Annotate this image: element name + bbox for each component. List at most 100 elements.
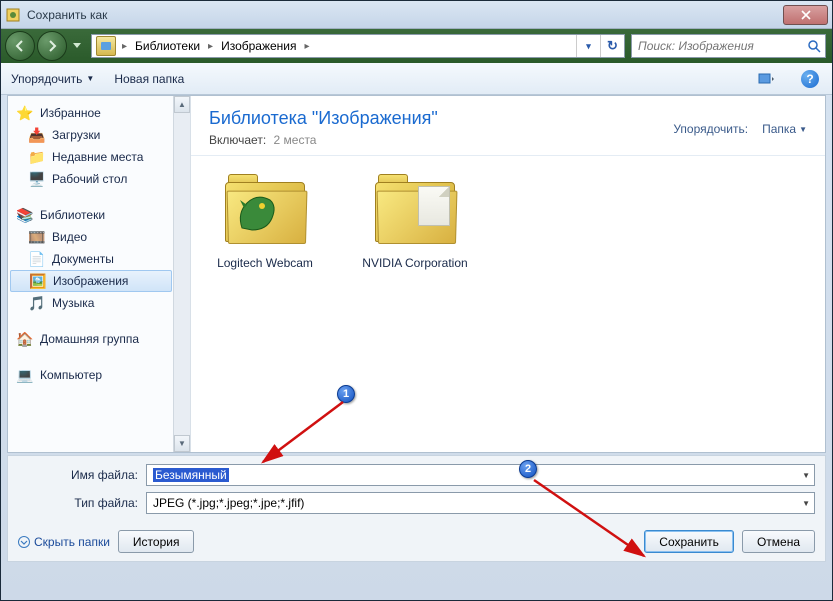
sidebar-label: Документы [52,252,114,266]
forward-button[interactable] [37,31,67,61]
arrange-value: Папка [762,122,796,136]
computer-icon: 💻 [16,366,34,384]
chevron-down-icon: ▾ [586,41,591,52]
sidebar-item-downloads[interactable]: 📥Загрузки [8,124,174,146]
history-label: История [133,535,180,549]
save-as-dialog: Сохранить как ▸ Библиотеки ▸ Изображения… [0,0,833,601]
chevron-down-icon: ▼ [86,74,94,83]
cancel-button[interactable]: Отмена [742,530,815,553]
includes-value[interactable]: 2 места [274,133,317,147]
filename-value: Безымянный [153,468,229,482]
document-thumbnail-icon [418,186,450,226]
organize-menu[interactable]: Упорядочить ▼ [11,72,94,86]
addressbar-dropdown[interactable]: ▾ [576,35,600,57]
desktop-icon: 🖥️ [28,170,46,188]
sidebar-label: Недавние места [52,150,143,164]
sidebar-label: Изображения [53,274,128,288]
titlebar: Сохранить как [1,1,832,29]
breadcrumb-images[interactable]: Изображения [215,39,302,53]
logitech-thumbnail-icon [232,188,282,238]
library-title: Библиотека "Изображения" [209,108,438,129]
sidebar-item-music[interactable]: 🎵Музыка [8,292,174,314]
folder-view[interactable]: Logitech Webcam NVIDIA Corporation [191,156,825,452]
view-icon [758,72,774,86]
images-icon: 🖼️ [29,272,47,290]
sidebar-item-video[interactable]: 🎞️Видео [8,226,174,248]
save-label: Сохранить [659,535,719,549]
breadcrumb-sep-icon: ▸ [303,41,312,52]
sidebar-label: Домашняя группа [40,332,139,346]
close-icon [801,10,811,20]
breadcrumb-sep-icon: ▸ [120,41,129,52]
folder-icon [370,170,460,250]
history-button[interactable]: История [118,530,195,553]
sidebar-item-desktop[interactable]: 🖥️Рабочий стол [8,168,174,190]
back-button[interactable] [5,31,35,61]
filetype-label: Тип файла: [18,496,146,510]
video-icon: 🎞️ [28,228,46,246]
sidebar-item-recent[interactable]: 📁 Недавние места [8,146,174,168]
recent-icon: 📁 [28,148,46,166]
folder-item[interactable]: NVIDIA Corporation [355,170,475,272]
refresh-button[interactable]: ↻ [600,35,624,57]
library-subtitle: Включает: 2 места [209,133,438,147]
sidebar-favorites-header[interactable]: ⭐Избранное [8,102,174,124]
hide-folders-label: Скрыть папки [34,535,110,549]
save-button[interactable]: Сохранить [644,530,734,553]
bottom-panel: Имя файла: Безымянный ▼ Тип файла: JPEG … [7,455,826,562]
search-box[interactable] [631,34,826,58]
sidebar: ⭐Избранное 📥Загрузки 📁 Недавние места 🖥️Р… [8,96,191,452]
scroll-down-button[interactable]: ▼ [174,435,190,452]
search-icon [807,39,821,53]
help-icon: ? [801,70,819,88]
main-header: Библиотека "Изображения" Включает: 2 мес… [191,96,825,156]
close-button[interactable] [783,5,828,25]
arrow-left-icon [13,39,27,53]
sidebar-label: Избранное [40,106,101,120]
folder-label: Logitech Webcam [205,256,325,272]
toolbar: Упорядочить ▼ Новая папка ? [1,63,832,95]
sidebar-label: Загрузки [52,128,100,142]
filetype-select[interactable]: JPEG (*.jpg;*.jpeg;*.jpe;*.jfif) ▼ [146,492,815,514]
organize-label: Упорядочить [11,72,82,86]
nav-history-dropdown[interactable] [69,32,85,60]
search-button[interactable] [803,35,825,57]
chevron-down-circle-icon [18,536,30,548]
breadcrumb-libraries[interactable]: Библиотеки [129,39,206,53]
navbar: ▸ Библиотеки ▸ Изображения ▸ ▾ ↻ [1,29,832,63]
address-bar[interactable]: ▸ Библиотеки ▸ Изображения ▸ ▾ ↻ [91,34,625,58]
sidebar-scrollbar[interactable]: ▲ ▼ [173,96,190,452]
folder-label: NVIDIA Corporation [355,256,475,272]
hide-folders-toggle[interactable]: Скрыть папки [18,535,110,549]
filetype-dropdown[interactable]: ▼ [802,499,810,508]
sidebar-label: Компьютер [40,368,102,382]
body-area: ⭐Избранное 📥Загрузки 📁 Недавние места 🖥️Р… [7,95,826,453]
filetype-value: JPEG (*.jpg;*.jpeg;*.jpe;*.jfif) [153,496,304,510]
filename-input[interactable]: Безымянный ▼ [146,464,815,486]
scroll-up-button[interactable]: ▲ [174,96,190,113]
sidebar-computer-header[interactable]: 💻 Компьютер [8,364,174,386]
new-folder-button[interactable]: Новая папка [114,72,184,86]
folder-item[interactable]: Logitech Webcam [205,170,325,272]
refresh-icon: ↻ [607,38,618,54]
arrow-right-icon [45,39,59,53]
filename-dropdown[interactable]: ▼ [802,471,810,480]
app-icon [5,7,21,23]
sidebar-item-documents[interactable]: 📄Документы [8,248,174,270]
sidebar-label: Музыка [52,296,94,310]
view-options-button[interactable] [754,68,778,90]
sidebar-item-images[interactable]: 🖼️ Изображения [10,270,172,292]
search-input[interactable] [632,39,803,53]
new-folder-label: Новая папка [114,72,184,86]
arrange-dropdown[interactable]: Папка ▼ [762,122,807,136]
folder-icon [220,170,310,250]
main-pane: Библиотека "Изображения" Включает: 2 мес… [191,96,825,452]
window-title: Сохранить как [27,8,783,22]
help-button[interactable]: ? [798,68,822,90]
chevron-down-icon [73,43,81,49]
sidebar-homegroup-header[interactable]: 🏠Домашняя группа [8,328,174,350]
chevron-down-icon: ▼ [799,125,807,134]
cancel-label: Отмена [757,535,800,549]
sidebar-libraries-header[interactable]: 📚Библиотеки [8,204,174,226]
location-folder-icon [96,36,116,56]
